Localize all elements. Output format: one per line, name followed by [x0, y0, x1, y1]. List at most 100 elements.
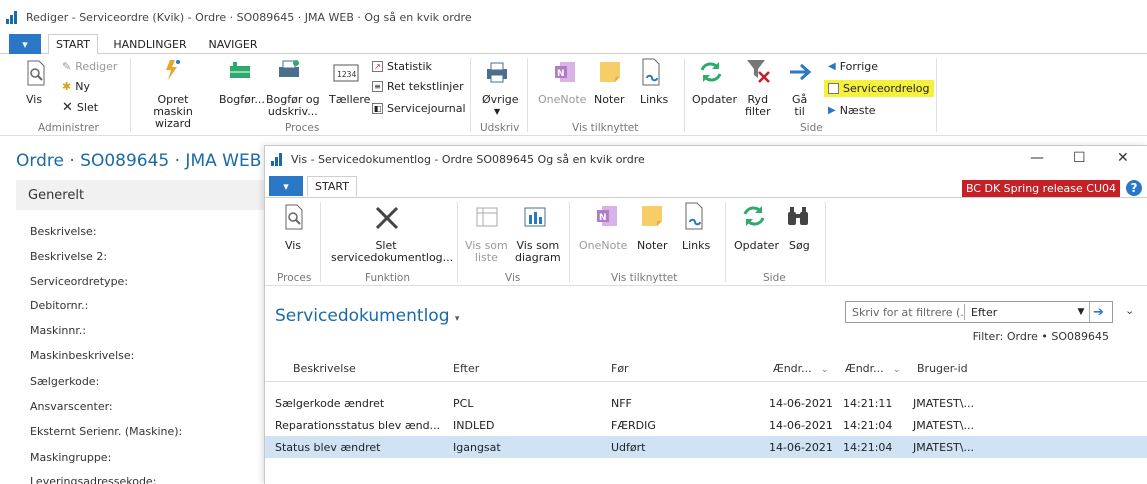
ribbon-tabs: ▾ START HANDLINGER NAVIGER [0, 34, 1147, 55]
group-proces: Proces [285, 122, 320, 134]
table-row-selected[interactable]: Status blev ændret Igangsat Udført 14-06… [265, 436, 1147, 458]
dialog-vis-button[interactable]: Vis [285, 240, 301, 252]
filter-search-input[interactable]: Skriv for at filtrere (... [846, 306, 964, 319]
field-label: Beskrivelse: [30, 225, 97, 238]
clear-filter-icon [747, 60, 770, 83]
section-generelt[interactable]: Generelt [16, 180, 264, 210]
noter-button[interactable]: Noter [594, 94, 625, 106]
naeste-button[interactable]: ▶ Næste [828, 104, 876, 117]
dialog-file-menu-button[interactable]: ▾ [269, 176, 303, 196]
group-vis: Vis [505, 272, 521, 284]
slet-button[interactable]: ✕ Slet [62, 100, 98, 115]
column-header[interactable]: Ændr... [773, 362, 812, 375]
column-header[interactable]: Før [611, 362, 629, 375]
filter-field-select[interactable]: Efter [965, 306, 1073, 319]
dialog-tab-start[interactable]: START [307, 176, 357, 197]
opdater-button[interactable]: Opdater [692, 94, 737, 106]
tab-handlinger[interactable]: HANDLINGER [104, 34, 196, 54]
ovrige-dropdown-icon: ▼ [494, 107, 501, 116]
dynamics-logo-icon [271, 152, 285, 166]
dialog-titlebar: Vis - Servicedokumentlog - Ordre SO08964… [265, 146, 1147, 172]
field-label: Sælgerkode: [30, 375, 100, 388]
statistik-button[interactable]: ↗ Statistik [372, 60, 432, 73]
field-label: Eksternt Serienr. (Maskine): [30, 425, 183, 438]
dynamics-logo-icon [6, 10, 20, 24]
group-side: Side [800, 122, 823, 134]
ovrige-button[interactable]: Øvrige [482, 94, 519, 106]
onenote-icon: N [555, 62, 575, 82]
servicedokumentlog-dialog: Vis - Servicedokumentlog - Ordre SO08964… [264, 145, 1147, 484]
onenote-button[interactable]: OneNote [538, 94, 586, 106]
maximize-icon[interactable]: ☐ [1073, 150, 1086, 166]
field-label: Leveringsadressekode: [30, 475, 157, 484]
filter-box: Skriv for at filtrere (... Efter ▼ ➔ [845, 301, 1113, 323]
chevron-down-icon[interactable]: ▼ [1073, 307, 1089, 317]
minimize-icon[interactable]: — [1030, 150, 1044, 166]
column-header[interactable]: Beskrivelse [293, 362, 356, 375]
links-icon [685, 202, 703, 230]
log-icon [828, 83, 839, 94]
list-title[interactable]: Servicedokumentlog ▾ [275, 306, 459, 326]
close-icon[interactable]: ✕ [1117, 150, 1129, 166]
vis-button[interactable]: Vis [26, 94, 42, 106]
bogfor-udskriv-button[interactable]: Bogfør og udskriv... [266, 94, 320, 118]
help-icon[interactable]: ? [1126, 180, 1142, 196]
tab-start[interactable]: START [48, 34, 98, 55]
servicejournal-button[interactable]: ◧ Servicejournal [372, 102, 466, 115]
group-vis-tilknyttet: Vis tilknyttet [572, 122, 639, 134]
field-label: Maskingruppe: [30, 451, 112, 464]
window-title: Rediger - Serviceordre (Kvik) - Ordre · … [26, 10, 472, 24]
column-header[interactable]: Ændr... [845, 362, 884, 375]
ny-button[interactable]: ✱ Ny [62, 80, 90, 93]
chart-view-icon [524, 207, 546, 227]
serviceordrelog-button[interactable]: Serviceordrelog [824, 80, 934, 97]
view-icon [27, 60, 45, 86]
notes-icon [642, 206, 662, 226]
group-udskriv: Udskriv [480, 122, 520, 134]
svg-text:1234: 1234 [337, 70, 356, 79]
filter-go-arrow-icon[interactable]: ➔ [1089, 302, 1107, 322]
opret-maskin-wizard-button[interactable]: Opret maskin wizard [136, 94, 210, 130]
table-row[interactable]: Reparationsstatus blev ænd... INDLED FÆR… [265, 414, 1147, 436]
file-menu-button[interactable]: ▾ [9, 34, 41, 54]
column-header[interactable]: Bruger-id [917, 362, 968, 375]
binoculars-icon [788, 207, 808, 225]
sog-button[interactable]: Søg [789, 240, 810, 252]
dialog-onenote-button[interactable]: OneNote [579, 240, 627, 252]
table-row[interactable]: Sælgerkode ændret PCL NFF 14-06-2021 14:… [265, 392, 1147, 414]
dialog-opdater-button[interactable]: Opdater [734, 240, 779, 252]
sort-icon: ⌄ [893, 365, 901, 375]
svg-text:N: N [599, 213, 607, 223]
chart-icon: ↗ [372, 61, 383, 72]
vis-som-diagram-button[interactable]: Vis som diagram [515, 240, 561, 264]
refresh-icon [700, 62, 722, 82]
dialog-links-button[interactable]: Links [682, 240, 710, 252]
column-header[interactable]: Efter [453, 362, 479, 375]
field-label: Debitornr.: [30, 299, 89, 312]
ryd-filter-button[interactable]: Ryd filter [745, 94, 771, 118]
ga-til-button[interactable]: Gå til [792, 94, 807, 118]
tab-naviger[interactable]: NAVIGER [200, 34, 266, 54]
expand-chevron-icon[interactable]: ⌄ [1125, 304, 1134, 317]
counter-icon: 1234 [333, 64, 359, 82]
filter-text: Filter: Ordre • SO089645 [972, 330, 1109, 343]
vis-som-liste-button[interactable]: Vis som liste [465, 240, 508, 264]
field-label: Maskinbeskrivelse: [30, 349, 135, 362]
rediger-button[interactable]: ✎ Rediger [62, 60, 117, 73]
slet-servicedokumentlog-button[interactable]: Slet servicedokumentlog... [331, 240, 453, 264]
bogfor-button[interactable]: Bogfør... [219, 94, 265, 106]
group-administrer: Administrer [38, 122, 99, 134]
dialog-noter-button[interactable]: Noter [637, 240, 668, 252]
chevron-down-icon: ▾ [454, 314, 460, 324]
onenote-icon: N [597, 206, 617, 226]
wizard-icon [166, 60, 180, 80]
ret-tekstlinjer-button[interactable]: ≡ Ret tekstlinjer [372, 80, 464, 93]
forrige-button[interactable]: ◀ Forrige [828, 60, 878, 73]
view-icon [285, 204, 303, 230]
dialog-ribbon: Vis Proces Slet servicedokumentlog... Fu… [265, 198, 1147, 286]
links-button[interactable]: Links [640, 94, 668, 106]
taellere-button[interactable]: Tællere [329, 94, 370, 106]
notes-icon [600, 62, 620, 82]
field-label: Serviceordretype: [30, 275, 129, 288]
page-title: Ordre · SO089645 · JMA WEB · ( [16, 151, 266, 171]
